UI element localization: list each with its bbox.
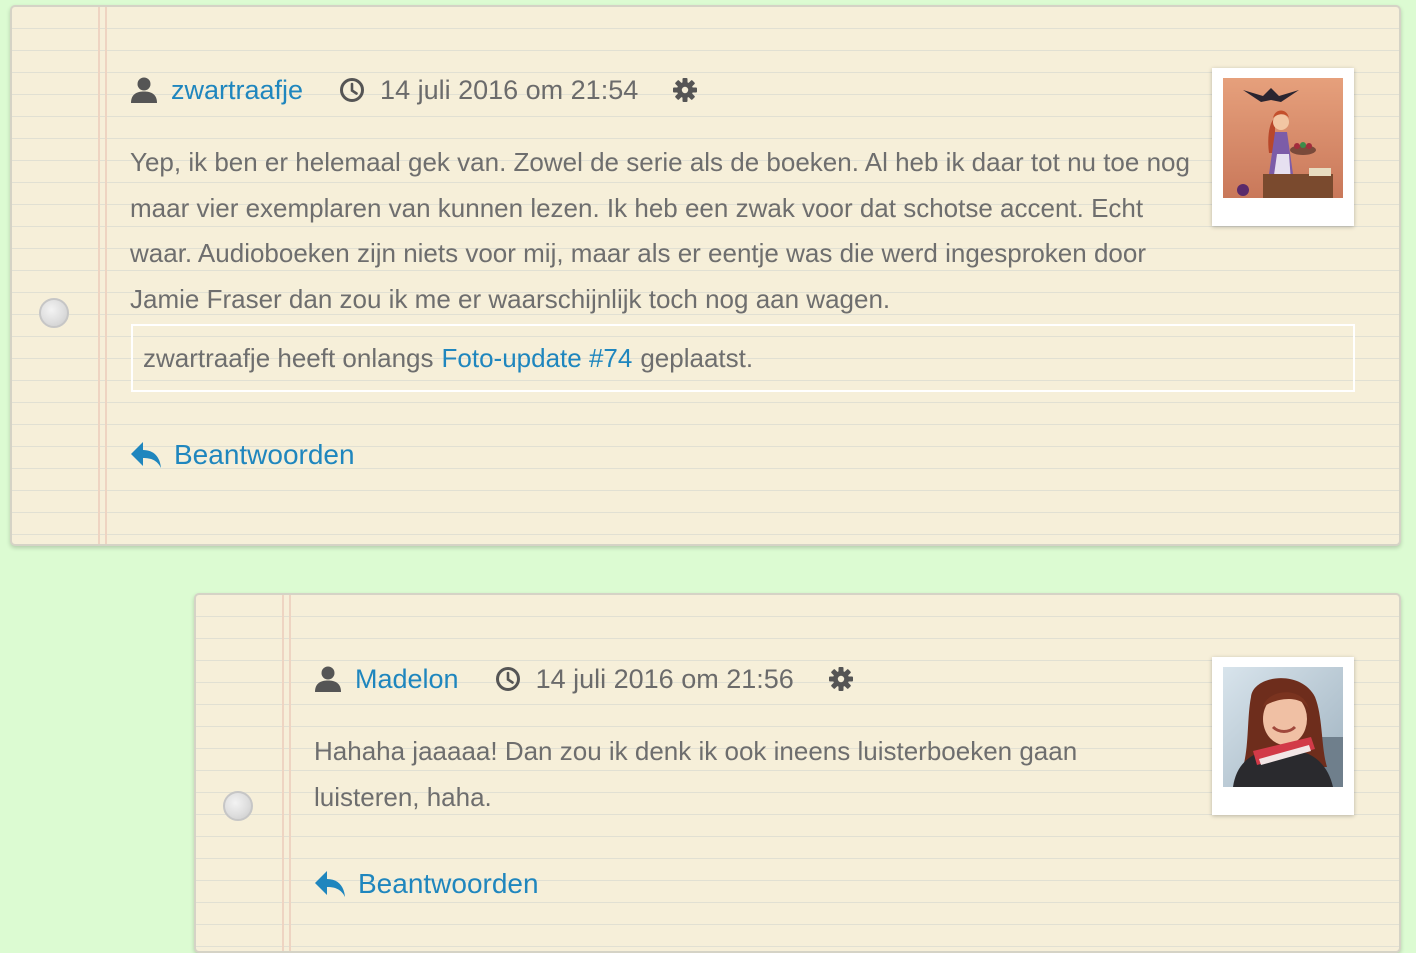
comment-text: Hahaha jaaaaa! Dan zou ik denk ik ook in… [314, 736, 1078, 812]
comment-meta: zwartraafje 14 juli 2016 om 21:54 [130, 70, 698, 110]
reply-button[interactable]: Beantwoorden [130, 439, 355, 471]
clock-icon [340, 78, 365, 102]
user-icon [131, 77, 157, 103]
avatar[interactable] [1223, 667, 1343, 787]
comment-card-reply: Madelon 14 juli 2016 om 21:56 Hahaha jaa… [194, 593, 1401, 953]
comment-author-link[interactable]: Madelon [355, 664, 459, 695]
activity-notice-suffix: geplaatst. [640, 342, 754, 373]
activity-notice-prefix: zwartraafje heeft onlangs [143, 342, 434, 373]
reply-button[interactable]: Beantwoorden [314, 868, 539, 900]
comment-text: Yep, ik ben er helemaal gek van. Zowel d… [130, 147, 1190, 314]
binder-hole-decoration [223, 791, 253, 821]
user-icon [315, 666, 341, 692]
avatar-frame [1212, 657, 1354, 815]
comment-date[interactable]: 14 juli 2016 om 21:56 [536, 664, 794, 695]
comment-card: zwartraafje 14 juli 2016 om 21:54 Yep, i… [10, 5, 1401, 546]
reply-label: Beantwoorden [358, 868, 539, 899]
activity-notice: zwartraafje heeft onlangs Foto-update #7… [131, 324, 1355, 392]
avatar-frame [1212, 68, 1354, 226]
avatar[interactable] [1223, 78, 1343, 198]
reply-arrow-icon [131, 442, 161, 468]
photo-update-link[interactable]: Foto-update #74 [442, 343, 633, 374]
reply-arrow-icon [315, 871, 345, 897]
clock-icon [495, 667, 520, 691]
comment-author-link[interactable]: zwartraafje [171, 75, 303, 106]
reply-label: Beantwoorden [174, 439, 355, 470]
gear-icon[interactable] [828, 666, 854, 692]
gear-icon[interactable] [672, 77, 698, 103]
binder-hole-decoration [39, 298, 69, 328]
comment-date[interactable]: 14 juli 2016 om 21:54 [380, 75, 638, 106]
comment-meta: Madelon 14 juli 2016 om 21:56 [314, 659, 854, 699]
